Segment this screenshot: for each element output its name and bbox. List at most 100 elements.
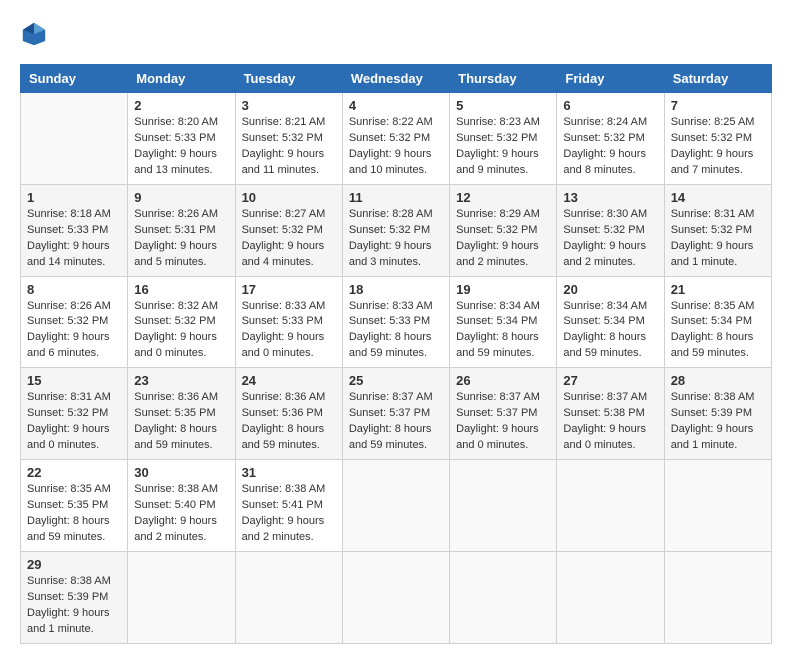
day-number: 30: [134, 465, 228, 480]
day-info: Sunrise: 8:37 AMSunset: 5:38 PMDaylight:…: [563, 390, 657, 454]
calendar-cell: 14 Sunrise: 8:31 AMSunset: 5:32 PMDayligh…: [664, 184, 771, 276]
calendar-cell: [664, 460, 771, 552]
day-info: Sunrise: 8:36 AMSunset: 5:36 PMDaylight:…: [242, 390, 336, 454]
day-number: 18: [349, 282, 443, 297]
day-info: Sunrise: 8:32 AMSunset: 5:32 PMDaylight:…: [134, 299, 228, 363]
calendar-week-row: 15 Sunrise: 8:31 AMSunset: 5:32 PMDayligh…: [21, 368, 772, 460]
day-info: Sunrise: 8:37 AMSunset: 5:37 PMDaylight:…: [456, 390, 550, 454]
calendar-cell: 9Sunrise: 8:26 AMSunset: 5:31 PMDaylight…: [128, 184, 235, 276]
calendar-cell: 20 Sunrise: 8:34 AMSunset: 5:34 PMDayligh…: [557, 276, 664, 368]
day-info: Sunrise: 8:36 AMSunset: 5:35 PMDaylight:…: [134, 390, 228, 454]
calendar-cell: 10Sunrise: 8:27 AMSunset: 5:32 PMDayligh…: [235, 184, 342, 276]
day-number: 6: [563, 98, 657, 113]
calendar-cell: [664, 551, 771, 643]
page-header: [20, 20, 772, 48]
calendar-cell: 12 Sunrise: 8:29 AMSunset: 5:32 PMDayligh…: [450, 184, 557, 276]
day-info: Sunrise: 8:29 AMSunset: 5:32 PMDaylight:…: [456, 207, 550, 271]
day-info: Sunrise: 8:35 AMSunset: 5:35 PMDaylight:…: [27, 482, 121, 546]
calendar-cell: 30Sunrise: 8:38 AMSunset: 5:40 PMDayligh…: [128, 460, 235, 552]
calendar-cell: [342, 460, 449, 552]
calendar-cell: 22 Sunrise: 8:35 AMSunset: 5:35 PMDayligh…: [21, 460, 128, 552]
day-number: 3: [242, 98, 336, 113]
day-number: 22: [27, 465, 121, 480]
column-header-thursday: Thursday: [450, 65, 557, 93]
calendar-cell: 15 Sunrise: 8:31 AMSunset: 5:32 PMDayligh…: [21, 368, 128, 460]
calendar-cell: 3Sunrise: 8:21 AMSunset: 5:32 PMDaylight…: [235, 93, 342, 185]
column-header-sunday: Sunday: [21, 65, 128, 93]
day-info: Sunrise: 8:31 AMSunset: 5:32 PMDaylight:…: [671, 207, 765, 271]
calendar-cell: [450, 551, 557, 643]
calendar-cell: [235, 551, 342, 643]
day-number: 2: [134, 98, 228, 113]
calendar-cell: 11 Sunrise: 8:28 AMSunset: 5:32 PMDayligh…: [342, 184, 449, 276]
day-info: Sunrise: 8:18 AMSunset: 5:33 PMDaylight:…: [27, 207, 121, 271]
day-info: Sunrise: 8:27 AMSunset: 5:32 PMDaylight:…: [242, 207, 336, 271]
day-number: 1: [27, 190, 121, 205]
calendar-week-row: 22 Sunrise: 8:35 AMSunset: 5:35 PMDayligh…: [21, 460, 772, 552]
day-info: Sunrise: 8:30 AMSunset: 5:32 PMDaylight:…: [563, 207, 657, 271]
calendar-cell: 23 Sunrise: 8:36 AMSunset: 5:35 PMDayligh…: [128, 368, 235, 460]
day-info: Sunrise: 8:34 AMSunset: 5:34 PMDaylight:…: [456, 299, 550, 363]
calendar-cell: 29 Sunrise: 8:38 AMSunset: 5:39 PMDayligh…: [21, 551, 128, 643]
day-number: 28: [671, 373, 765, 388]
day-info: Sunrise: 8:25 AMSunset: 5:32 PMDaylight:…: [671, 115, 765, 179]
day-number: 7: [671, 98, 765, 113]
calendar-cell: 13Sunrise: 8:30 AMSunset: 5:32 PMDayligh…: [557, 184, 664, 276]
column-header-tuesday: Tuesday: [235, 65, 342, 93]
day-number: 21: [671, 282, 765, 297]
day-info: Sunrise: 8:38 AMSunset: 5:41 PMDaylight:…: [242, 482, 336, 546]
day-info: Sunrise: 8:38 AMSunset: 5:39 PMDaylight:…: [27, 574, 121, 638]
column-header-monday: Monday: [128, 65, 235, 93]
calendar-cell: [557, 551, 664, 643]
calendar-cell: 4Sunrise: 8:22 AMSunset: 5:32 PMDaylight…: [342, 93, 449, 185]
day-info: Sunrise: 8:34 AMSunset: 5:34 PMDaylight:…: [563, 299, 657, 363]
calendar-week-row: 2Sunrise: 8:20 AMSunset: 5:33 PMDaylight…: [21, 93, 772, 185]
day-number: 5: [456, 98, 550, 113]
calendar-cell: 5 Sunrise: 8:23 AMSunset: 5:32 PMDaylight…: [450, 93, 557, 185]
calendar-cell: 19Sunrise: 8:34 AMSunset: 5:34 PMDayligh…: [450, 276, 557, 368]
calendar-cell: 25Sunrise: 8:37 AMSunset: 5:37 PMDayligh…: [342, 368, 449, 460]
column-header-saturday: Saturday: [664, 65, 771, 93]
day-number: 23: [134, 373, 228, 388]
calendar-week-row: 8Sunrise: 8:26 AMSunset: 5:32 PMDaylight…: [21, 276, 772, 368]
day-info: Sunrise: 8:37 AMSunset: 5:37 PMDaylight:…: [349, 390, 443, 454]
calendar-cell: 26 Sunrise: 8:37 AMSunset: 5:37 PMDayligh…: [450, 368, 557, 460]
calendar-cell: [21, 93, 128, 185]
calendar-cell: 28 Sunrise: 8:38 AMSunset: 5:39 PMDayligh…: [664, 368, 771, 460]
day-number: 29: [27, 557, 121, 572]
calendar-cell: 31 Sunrise: 8:38 AMSunset: 5:41 PMDayligh…: [235, 460, 342, 552]
day-number: 12: [456, 190, 550, 205]
calendar-cell: 17Sunrise: 8:33 AMSunset: 5:33 PMDayligh…: [235, 276, 342, 368]
column-header-wednesday: Wednesday: [342, 65, 449, 93]
day-info: Sunrise: 8:23 AMSunset: 5:32 PMDaylight:…: [456, 115, 550, 179]
calendar-cell: 21 Sunrise: 8:35 AMSunset: 5:34 PMDayligh…: [664, 276, 771, 368]
day-number: 17: [242, 282, 336, 297]
day-number: 11: [349, 190, 443, 205]
day-number: 31: [242, 465, 336, 480]
day-info: Sunrise: 8:33 AMSunset: 5:33 PMDaylight:…: [349, 299, 443, 363]
day-info: Sunrise: 8:35 AMSunset: 5:34 PMDaylight:…: [671, 299, 765, 363]
day-number: 26: [456, 373, 550, 388]
calendar-cell: 6 Sunrise: 8:24 AMSunset: 5:32 PMDaylight…: [557, 93, 664, 185]
calendar-cell: [450, 460, 557, 552]
calendar-cell: 27 Sunrise: 8:37 AMSunset: 5:38 PMDayligh…: [557, 368, 664, 460]
day-number: 15: [27, 373, 121, 388]
day-number: 20: [563, 282, 657, 297]
calendar-table: SundayMondayTuesdayWednesdayThursdayFrid…: [20, 64, 772, 644]
day-number: 14: [671, 190, 765, 205]
day-info: Sunrise: 8:26 AMSunset: 5:32 PMDaylight:…: [27, 299, 121, 363]
day-number: 16: [134, 282, 228, 297]
day-info: Sunrise: 8:38 AMSunset: 5:39 PMDaylight:…: [671, 390, 765, 454]
calendar-cell: 2Sunrise: 8:20 AMSunset: 5:33 PMDaylight…: [128, 93, 235, 185]
calendar-cell: 18 Sunrise: 8:33 AMSunset: 5:33 PMDayligh…: [342, 276, 449, 368]
calendar-cell: 24Sunrise: 8:36 AMSunset: 5:36 PMDayligh…: [235, 368, 342, 460]
calendar-cell: 1 Sunrise: 8:18 AMSunset: 5:33 PMDaylight…: [21, 184, 128, 276]
day-number: 9: [134, 190, 228, 205]
day-info: Sunrise: 8:24 AMSunset: 5:32 PMDaylight:…: [563, 115, 657, 179]
day-number: 27: [563, 373, 657, 388]
calendar-week-row: 29 Sunrise: 8:38 AMSunset: 5:39 PMDayligh…: [21, 551, 772, 643]
day-info: Sunrise: 8:31 AMSunset: 5:32 PMDaylight:…: [27, 390, 121, 454]
day-info: Sunrise: 8:28 AMSunset: 5:32 PMDaylight:…: [349, 207, 443, 271]
calendar-cell: [557, 460, 664, 552]
logo-icon: [20, 20, 48, 48]
